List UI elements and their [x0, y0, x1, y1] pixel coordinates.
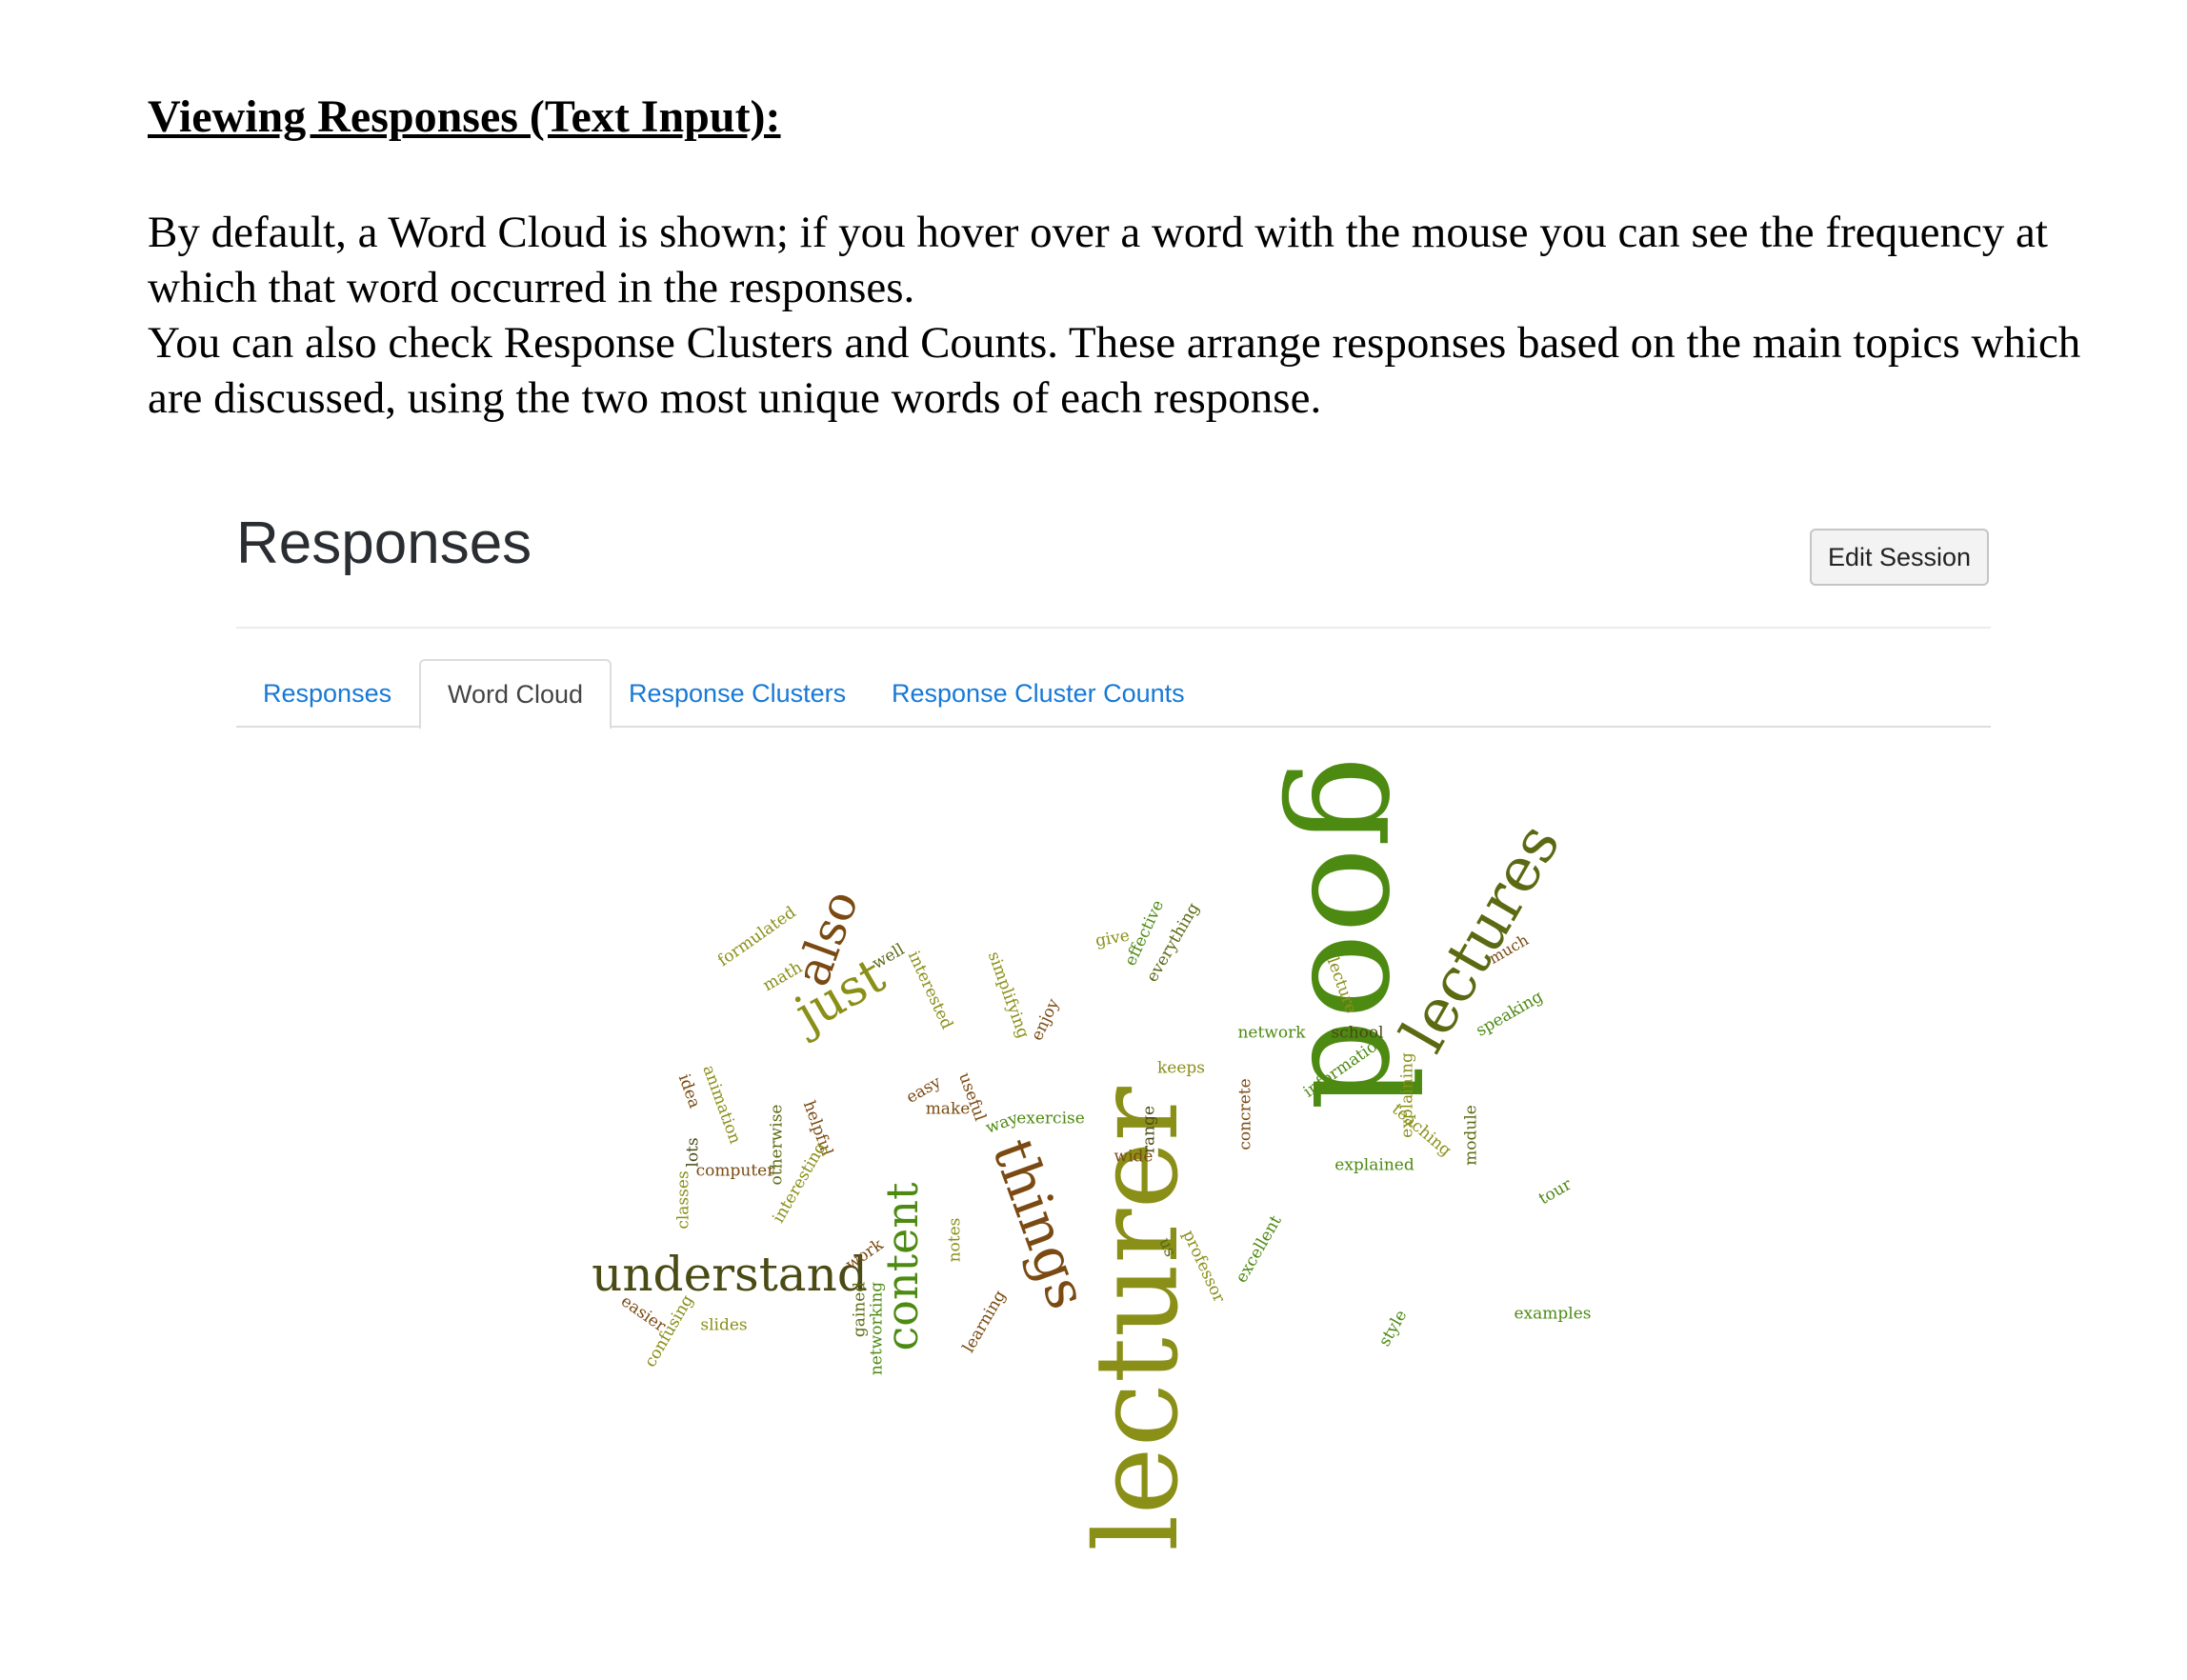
word-cloud-word[interactable]: give — [1094, 927, 1131, 951]
word-cloud-word[interactable]: way — [983, 1109, 1020, 1138]
word-cloud-word[interactable]: exercise — [1016, 1110, 1085, 1128]
word-cloud-word[interactable]: excellent — [1232, 1212, 1285, 1287]
word-cloud-word[interactable]: examples — [1514, 1306, 1591, 1323]
word-cloud-word[interactable]: content — [876, 1183, 928, 1351]
word-cloud-word[interactable]: network — [1237, 1025, 1305, 1042]
word-cloud-word[interactable]: notes — [946, 1218, 965, 1263]
word-cloud-word[interactable]: enjoy — [1028, 996, 1064, 1044]
word-cloud-word[interactable]: explained — [1334, 1157, 1414, 1174]
word-cloud-word[interactable]: understand — [592, 1250, 868, 1298]
word-cloud-word[interactable]: wide — [1114, 1149, 1154, 1166]
word-cloud: good lecturer lectures things understand cont… — [0, 0, 2187, 1680]
word-cloud-word[interactable]: interested — [904, 949, 956, 1032]
word-cloud-word[interactable]: gained — [851, 1282, 870, 1337]
word-cloud-word[interactable]: well — [869, 940, 908, 973]
word-cloud-word[interactable]: simplifying — [984, 950, 1033, 1041]
word-cloud-word[interactable]: formulated — [714, 903, 799, 970]
word-cloud-word[interactable]: idea — [674, 1071, 704, 1110]
word-cloud-word[interactable]: slides — [700, 1317, 747, 1334]
word-cloud-word[interactable]: tour — [1535, 1175, 1575, 1209]
word-cloud-word[interactable]: style — [1375, 1307, 1412, 1350]
word-cloud-word[interactable]: learning — [959, 1288, 1010, 1356]
word-cloud-word[interactable]: module — [1462, 1105, 1481, 1166]
word-cloud-word[interactable]: keeps — [1157, 1060, 1205, 1077]
word-cloud-word[interactable]: concrete — [1236, 1078, 1255, 1150]
word-cloud-word[interactable]: networking — [868, 1282, 887, 1375]
word-cloud-word[interactable]: classes — [674, 1170, 693, 1229]
word-cloud-word[interactable]: animation — [698, 1063, 744, 1147]
word-cloud-word[interactable]: computer — [696, 1163, 775, 1180]
word-cloud-word[interactable]: make — [926, 1101, 971, 1118]
